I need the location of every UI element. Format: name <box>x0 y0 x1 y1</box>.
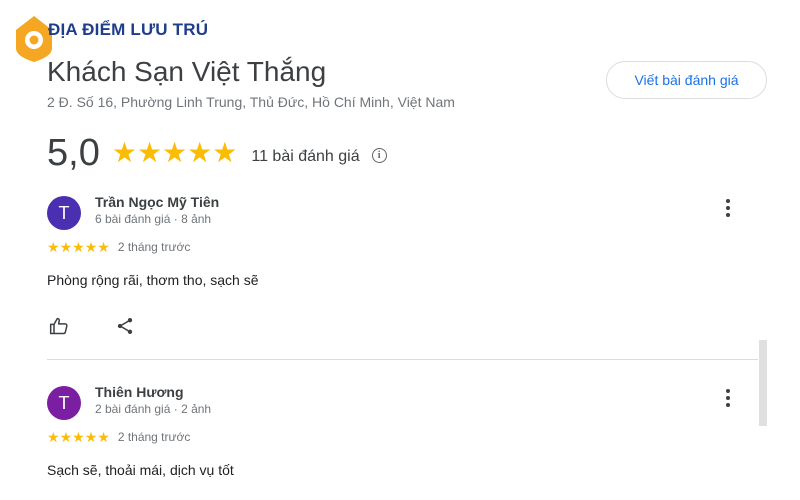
review-text: Sạch sẽ, thoải mái, dịch vụ tốt <box>47 462 234 478</box>
info-icon[interactable]: i <box>371 147 387 163</box>
rating-summary: 5,0 ★ ★ ★ ★ ★ 11 bài đánh giá i <box>47 132 387 174</box>
star-icon: ★ <box>59 429 73 445</box>
reviewer-meta: 2 bài đánh giá · 2 ảnh <box>95 402 212 416</box>
star-icon: ★ <box>59 239 73 255</box>
share-button[interactable] <box>113 314 137 338</box>
review-time: 2 tháng trước <box>117 240 191 254</box>
review-count[interactable]: 11 bài đánh giá <box>251 148 359 166</box>
rating-stars: ★ ★ ★ ★ ★ <box>112 138 238 168</box>
review-stars: ★ ★ ★ ★ ★ <box>47 240 110 254</box>
star-icon: ★ <box>187 137 213 168</box>
star-icon: ★ <box>47 429 60 445</box>
place-name: Khách Sạn Việt Thắng <box>47 56 327 87</box>
rating-value: 5,0 <box>47 132 100 174</box>
divider <box>47 359 758 360</box>
review-actions <box>47 314 137 338</box>
review-stars: ★ ★ ★ ★ ★ <box>47 430 110 444</box>
star-icon: ★ <box>212 137 238 168</box>
star-icon: ★ <box>84 239 98 255</box>
avatar[interactable]: T <box>47 386 81 420</box>
review-rating: ★ ★ ★ ★ ★ 2 tháng trước <box>47 240 190 254</box>
review-text: Phòng rộng rãi, thơm tho, sạch sẽ <box>47 272 259 288</box>
review-rating: ★ ★ ★ ★ ★ 2 tháng trước <box>47 430 190 444</box>
star-icon: ★ <box>162 137 188 168</box>
avatar[interactable]: T <box>47 196 81 230</box>
star-icon: ★ <box>111 137 137 168</box>
brand-name: ĐỊA ĐIỂM LƯU TRÚ <box>48 20 209 39</box>
star-icon: ★ <box>97 239 110 255</box>
star-icon: ★ <box>84 429 98 445</box>
share-icon <box>117 318 133 334</box>
thumbs-up-icon <box>49 317 68 335</box>
place-address: 2 Đ. Số 16, Phường Linh Trung, Thủ Đức, … <box>47 94 455 110</box>
reviewer-name[interactable]: Thiên Hương <box>95 384 184 400</box>
more-options-icon[interactable] <box>720 386 736 410</box>
star-icon: ★ <box>72 239 85 255</box>
reviewer-meta: 6 bài đánh giá · 8 ảnh <box>95 212 212 226</box>
like-button[interactable] <box>47 314 71 338</box>
star-icon: ★ <box>47 239 60 255</box>
star-icon: ★ <box>136 137 163 168</box>
review-time: 2 tháng trước <box>117 430 191 444</box>
star-icon: ★ <box>97 429 110 445</box>
more-options-icon[interactable] <box>720 196 736 220</box>
write-review-button[interactable]: Viết bài đánh giá <box>606 61 767 99</box>
reviewer-name[interactable]: Trần Ngọc Mỹ Tiên <box>95 194 219 210</box>
star-icon: ★ <box>72 429 85 445</box>
scrollbar[interactable] <box>759 340 767 426</box>
